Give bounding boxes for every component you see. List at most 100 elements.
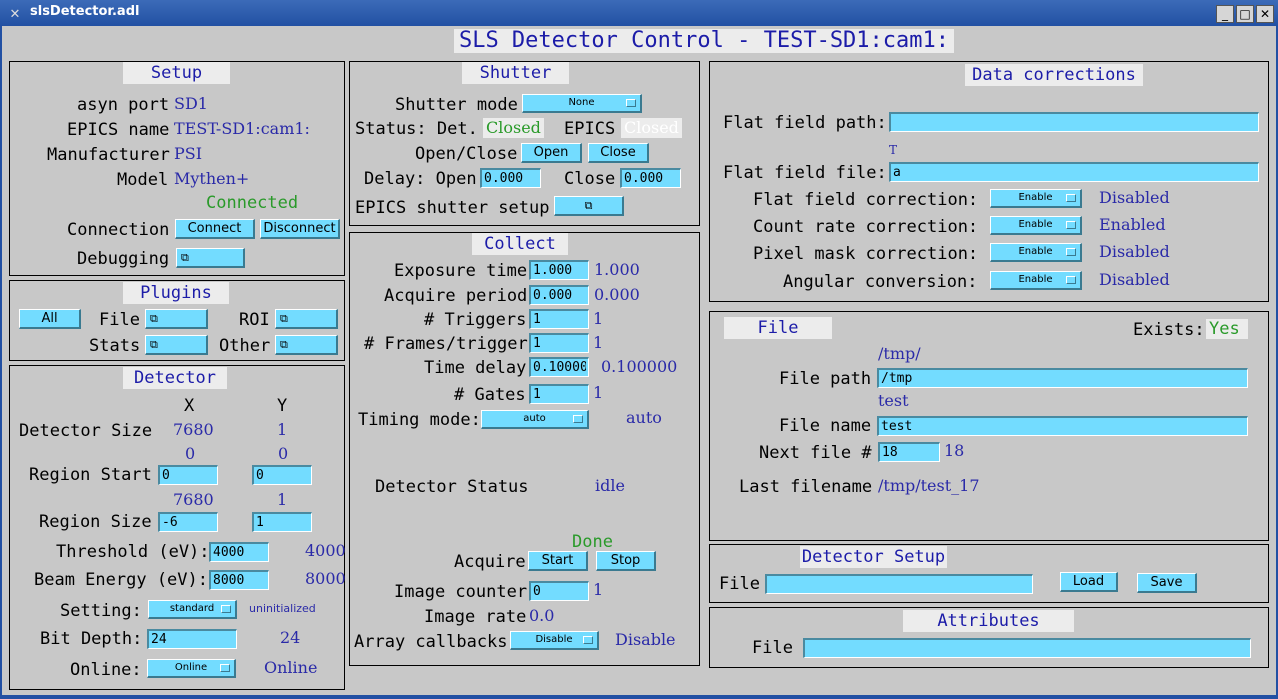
maximize-icon[interactable]: □ xyxy=(1236,5,1254,23)
timing-mode-menu[interactable]: auto xyxy=(481,410,589,429)
gates-input[interactable] xyxy=(529,384,589,404)
menu-arrow-icon xyxy=(626,99,636,107)
model-label: Model xyxy=(117,170,169,190)
epics-shutter-status: Closed xyxy=(621,118,682,138)
threshold-input[interactable] xyxy=(209,542,269,562)
file-name-input[interactable] xyxy=(877,416,1248,436)
delay-open-input[interactable] xyxy=(480,168,541,188)
shutter-open-button[interactable]: Open xyxy=(521,143,582,163)
shutter-close-button[interactable]: Close xyxy=(588,143,649,163)
delay-close-input[interactable] xyxy=(620,168,681,188)
menu-arrow-icon xyxy=(221,605,231,613)
array-callbacks-label: Array callbacks xyxy=(354,632,508,652)
file-path-readback: /tmp/ xyxy=(878,344,921,363)
plugins-stats-button[interactable]: ⧉ xyxy=(145,335,208,355)
period-input[interactable] xyxy=(529,285,589,305)
related-display-icon: ⧉ xyxy=(181,251,189,264)
next-file-input[interactable] xyxy=(878,442,940,462)
plugins-stats-label: Stats xyxy=(89,336,141,356)
y-header: Y xyxy=(277,396,288,416)
flat-field-file-readback: T xyxy=(889,143,898,157)
angular-conversion-menu[interactable]: Enable xyxy=(990,271,1082,290)
title-bar[interactable]: ✕ slsDetector.adl _ □ ✕ xyxy=(0,0,1278,26)
bit-depth-input[interactable] xyxy=(147,629,237,649)
related-display-icon: ⧉ xyxy=(150,338,158,351)
plugins-file-button[interactable]: ⧉ xyxy=(145,309,208,329)
region-start-y-input[interactable] xyxy=(252,465,312,485)
minimize-icon[interactable]: _ xyxy=(1216,5,1234,23)
detector-status-value: idle xyxy=(595,476,625,495)
acquire-start-button[interactable]: Start xyxy=(528,551,588,571)
image-counter-readback: 1 xyxy=(593,580,604,599)
flat-field-file-input[interactable] xyxy=(889,162,1259,182)
delay-open-label: Delay: Open xyxy=(364,169,477,189)
plugins-all-button[interactable]: All xyxy=(19,309,81,329)
epics-name-label: EPICS name xyxy=(67,120,170,140)
debugging-button[interactable]: ⧉ xyxy=(176,248,245,268)
flat-field-path-input[interactable] xyxy=(889,112,1259,132)
plugins-roi-button[interactable]: ⧉ xyxy=(275,309,338,329)
attributes-file-input[interactable] xyxy=(803,638,1251,658)
setup-title: Setup xyxy=(123,62,230,84)
plugins-other-button[interactable]: ⧉ xyxy=(275,335,338,355)
image-counter-input[interactable] xyxy=(529,581,589,601)
frames-input[interactable] xyxy=(529,333,589,353)
shutter-mode-menu[interactable]: None xyxy=(522,94,642,113)
detector-setup-file-input[interactable] xyxy=(765,574,1033,594)
online-menu[interactable]: Online xyxy=(147,659,236,678)
menu-arrow-icon xyxy=(1066,276,1076,284)
detector-title: Detector xyxy=(123,367,227,389)
exposure-input[interactable] xyxy=(529,260,589,280)
period-label: Acquire period xyxy=(384,286,528,306)
pixel-mask-correction-readback: Disabled xyxy=(1099,242,1170,261)
connect-button[interactable]: Connect xyxy=(175,219,255,239)
count-rate-correction-label: Count rate correction: xyxy=(753,217,979,237)
frames-readback: 1 xyxy=(593,333,604,352)
triggers-input[interactable] xyxy=(529,309,589,329)
pixel-mask-correction-label: Pixel mask correction: xyxy=(753,244,979,264)
file-path-input[interactable] xyxy=(877,368,1248,388)
acquire-status: Done xyxy=(572,532,613,552)
window-title: slsDetector.adl xyxy=(30,4,140,19)
connection-label: Connection xyxy=(67,220,170,240)
time-delay-input[interactable] xyxy=(529,357,589,377)
frames-label: # Frames/trigger xyxy=(364,334,528,354)
online-readback: Online xyxy=(264,658,318,677)
beam-energy-readback: 8000 xyxy=(305,569,346,588)
setting-menu[interactable]: standard xyxy=(148,600,237,619)
file-title: File xyxy=(724,317,832,339)
menu-arrow-icon xyxy=(1066,221,1076,229)
acquire-label: Acquire xyxy=(454,552,526,572)
load-button[interactable]: Load xyxy=(1060,572,1118,592)
acquire-stop-button[interactable]: Stop xyxy=(596,551,656,571)
related-display-icon: ⧉ xyxy=(280,312,288,325)
attributes-title: Attributes xyxy=(903,610,1074,632)
threshold-readback: 4000 xyxy=(305,541,346,560)
epics-shutter-label: EPICS xyxy=(564,119,616,139)
plugins-roi-label: ROI xyxy=(239,310,270,330)
beam-energy-input[interactable] xyxy=(209,570,269,590)
triggers-label: # Triggers xyxy=(424,310,527,330)
plugins-other-label: Other xyxy=(219,336,271,356)
pixel-mask-correction-menu[interactable]: Enable xyxy=(990,243,1082,262)
array-callbacks-menu[interactable]: Disable xyxy=(510,631,599,650)
close-icon[interactable]: ✕ xyxy=(1256,5,1274,23)
region-size-y-input[interactable] xyxy=(252,512,312,532)
detector-status-label: Detector Status xyxy=(375,477,529,497)
menu-arrow-icon xyxy=(573,415,583,423)
shutter-status-label: Status: Det. xyxy=(355,119,478,139)
open-close-label: Open/Close xyxy=(415,144,518,164)
page-title: SLS Detector Control - TEST-SD1:cam1: xyxy=(454,29,954,53)
time-delay-readback: 0.100000 xyxy=(601,357,678,376)
array-callbacks-readback: Disable xyxy=(615,630,676,649)
flat-field-correction-menu[interactable]: Enable xyxy=(990,189,1082,208)
epics-shutter-setup-button[interactable]: ⧉ xyxy=(554,196,624,216)
count-rate-correction-menu[interactable]: Enable xyxy=(990,216,1082,235)
next-file-label: Next file # xyxy=(759,443,872,463)
detector-size-label: Detector Size xyxy=(19,421,153,441)
disconnect-button[interactable]: Disconnect xyxy=(260,219,340,239)
region-size-x-input[interactable] xyxy=(158,512,218,532)
epics-name-value: TEST-SD1:cam1: xyxy=(174,119,310,138)
region-start-x-input[interactable] xyxy=(158,465,218,485)
save-button[interactable]: Save xyxy=(1137,573,1197,593)
